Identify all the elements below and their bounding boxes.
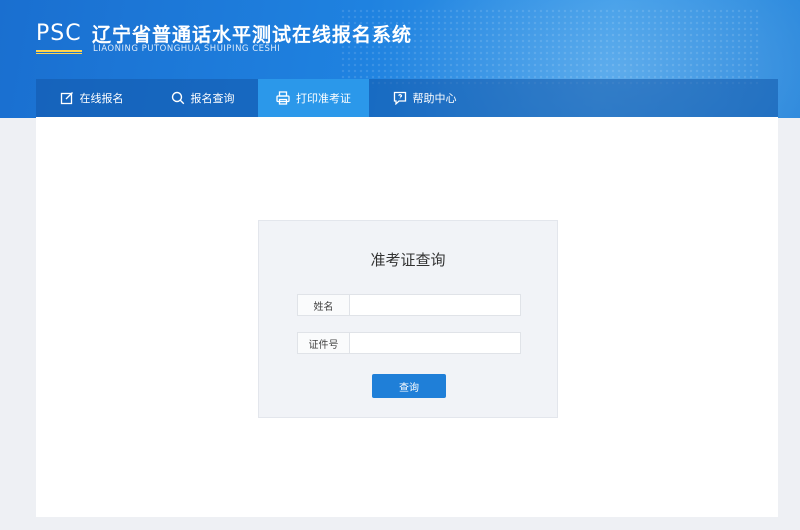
nav-item-label: 帮助中心 <box>412 92 457 105</box>
name-input[interactable] <box>350 295 520 315</box>
nav-item-label: 打印准考证 <box>296 92 351 105</box>
site-title: 辽宁省普通话水平测试在线报名系统 <box>92 24 413 46</box>
main-nav: 在线报名 报名查询 打印准考证 帮助中心 <box>36 79 778 117</box>
nav-item-register-query[interactable]: 报名查询 <box>147 79 258 117</box>
search-icon <box>171 91 185 105</box>
header-banner: PSC 辽宁省普通话水平测试在线报名系统 LIAONING PUTONGHUA … <box>0 0 800 118</box>
logo-text: PSC <box>36 21 82 46</box>
nav-item-label: 报名查询 <box>190 92 235 105</box>
id-number-input[interactable] <box>350 333 520 353</box>
logo-underline <box>36 50 82 54</box>
id-number-label: 证件号 <box>298 333 350 353</box>
nav-item-print-admission[interactable]: 打印准考证 <box>258 79 369 117</box>
card-title: 准考证查询 <box>370 251 446 269</box>
help-chat-icon <box>393 91 407 105</box>
name-field: 姓名 <box>297 294 521 316</box>
main-content: 准考证查询 姓名 证件号 查询 <box>36 117 778 517</box>
nav-item-help-center[interactable]: 帮助中心 <box>369 79 480 117</box>
nav-item-online-register[interactable]: 在线报名 <box>36 79 147 117</box>
query-button[interactable]: 查询 <box>372 374 446 398</box>
edit-icon <box>60 91 74 105</box>
psc-logo: PSC <box>36 21 82 54</box>
name-label: 姓名 <box>298 295 350 315</box>
id-number-field: 证件号 <box>297 332 521 354</box>
admission-query-card: 准考证查询 姓名 证件号 查询 <box>258 220 558 418</box>
printer-icon <box>276 91 290 105</box>
site-subtitle: LIAONING PUTONGHUA SHUIPING CESHI <box>93 44 281 54</box>
nav-item-label: 在线报名 <box>79 92 124 105</box>
